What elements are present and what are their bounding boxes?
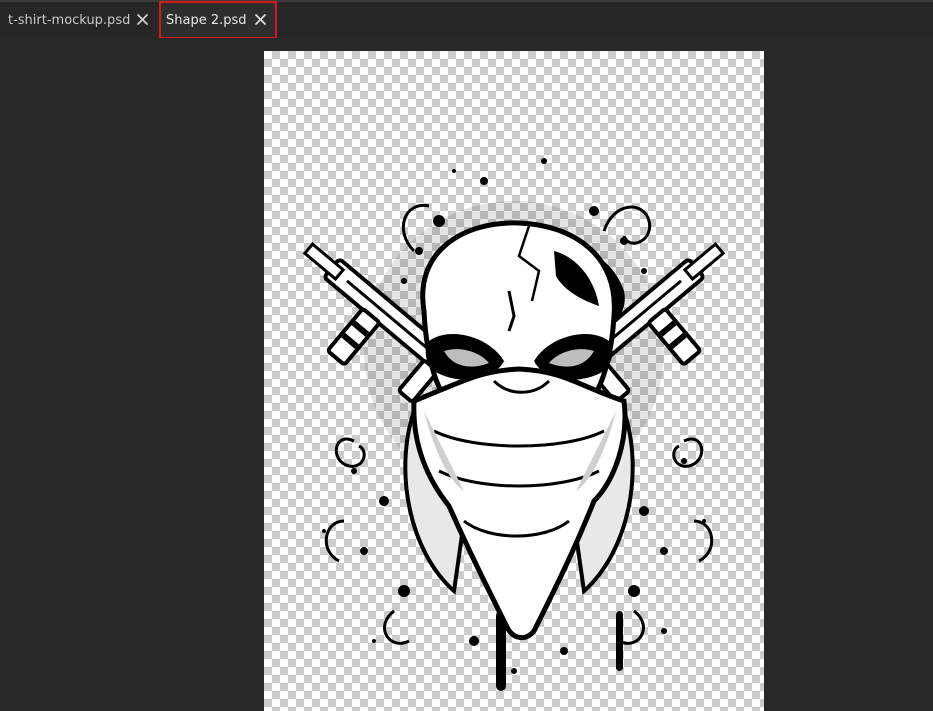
tab-label: Shape 2.psd: [166, 12, 247, 28]
document-tab-bar: t-shirt-mockup.psd Shape 2.psd: [0, 0, 933, 39]
close-icon[interactable]: [136, 13, 149, 26]
close-icon[interactable]: [254, 13, 267, 26]
tab-t-shirt-mockup[interactable]: t-shirt-mockup.psd: [0, 2, 158, 38]
tab-label: t-shirt-mockup.psd: [8, 12, 131, 28]
tab-shape-2[interactable]: Shape 2.psd: [159, 1, 277, 39]
canvas-area[interactable]: [0, 38, 933, 711]
skull-artwork-image: [302, 158, 726, 691]
document-canvas[interactable]: [264, 51, 764, 711]
editor-window: t-shirt-mockup.psd Shape 2.psd: [0, 0, 933, 711]
